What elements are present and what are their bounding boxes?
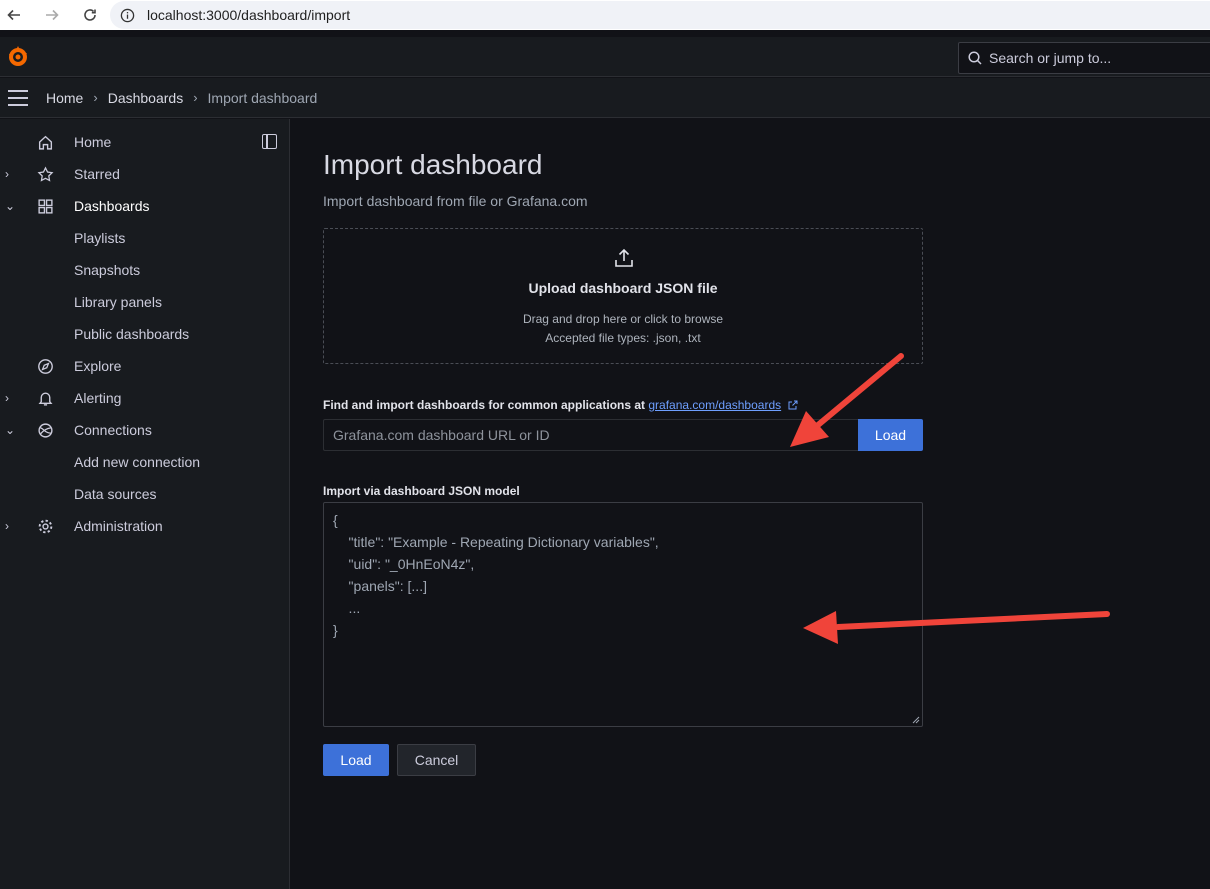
sidebar-item-starred[interactable]: › Starred bbox=[0, 158, 250, 190]
page-title: Import dashboard bbox=[323, 149, 543, 180]
gcom-url-input[interactable] bbox=[323, 419, 858, 451]
search-placeholder: Search or jump to... bbox=[989, 50, 1112, 66]
sidebar-item-data-sources[interactable]: Data sources bbox=[0, 478, 250, 510]
sidebar-item-label: Alerting bbox=[74, 390, 122, 406]
sidebar-item-connections[interactable]: ⌄ Connections bbox=[0, 414, 250, 446]
browser-toolbar: localhost:3000/dashboard/import bbox=[0, 0, 1210, 30]
upload-file-types: Accepted file types: .json, .txt bbox=[545, 331, 701, 345]
address-bar[interactable]: localhost:3000/dashboard/import bbox=[110, 1, 1210, 29]
sidebar-item-public-dashboards[interactable]: Public dashboards bbox=[0, 318, 250, 350]
sidebar-item-label: Home bbox=[74, 134, 112, 150]
sidebar-item-label: Starred bbox=[74, 166, 120, 182]
top-bar: Search or jump to... bbox=[0, 37, 1210, 77]
external-link-icon[interactable] bbox=[788, 400, 798, 410]
sidebar-item-label: Dashboards bbox=[74, 198, 150, 214]
cancel-button[interactable]: Cancel bbox=[397, 744, 476, 776]
page-subtitle: Import dashboard from file or Grafana.co… bbox=[323, 193, 588, 209]
breadcrumb-separator: › bbox=[93, 90, 98, 105]
sidebar-item-label: Library panels bbox=[74, 294, 162, 310]
gcom-load-button[interactable]: Load bbox=[858, 419, 923, 451]
search-input[interactable]: Search or jump to... bbox=[958, 42, 1210, 74]
forward-icon[interactable] bbox=[40, 3, 64, 27]
sidebar-item-library-panels[interactable]: Library panels bbox=[0, 286, 250, 318]
sidebar-item-alerting[interactable]: › Alerting bbox=[0, 382, 250, 414]
gcom-label: Find and import dashboards for common ap… bbox=[323, 398, 798, 412]
apps-icon bbox=[38, 199, 53, 214]
json-placeholder-line: "uid": "_0HnEoN4z", bbox=[333, 556, 475, 572]
back-icon[interactable] bbox=[2, 3, 26, 27]
grafana-logo-icon[interactable] bbox=[6, 45, 30, 69]
chevron-right-icon[interactable]: › bbox=[5, 391, 15, 405]
dock-menu-icon[interactable] bbox=[262, 134, 277, 149]
sidebar-item-label: Snapshots bbox=[74, 262, 141, 278]
sidebar-item-label: Connections bbox=[74, 422, 152, 438]
cog-icon bbox=[38, 519, 53, 534]
chevron-down-icon[interactable]: ⌄ bbox=[5, 199, 15, 213]
sidebar-item-label: Explore bbox=[74, 358, 122, 374]
sidebar-item-home[interactable]: Home bbox=[0, 126, 250, 158]
reload-icon[interactable] bbox=[78, 3, 102, 27]
sidebar-item-administration[interactable]: › Administration bbox=[0, 510, 250, 542]
json-model-label: Import via dashboard JSON model bbox=[323, 484, 520, 498]
chevron-right-icon[interactable]: › bbox=[5, 167, 15, 181]
sidebar-item-label: Public dashboards bbox=[74, 326, 190, 342]
json-placeholder-line: "panels": [...] bbox=[333, 578, 427, 594]
sidebar-item-label: Data sources bbox=[74, 486, 157, 502]
sidebar-item-label: Administration bbox=[74, 518, 163, 534]
breadcrumb-home[interactable]: Home bbox=[46, 90, 83, 106]
json-placeholder-line: { bbox=[333, 512, 338, 528]
bell-icon bbox=[38, 392, 53, 406]
sidebar-item-explore[interactable]: Explore bbox=[0, 350, 250, 382]
home-icon bbox=[38, 135, 53, 150]
load-button[interactable]: Load bbox=[323, 744, 389, 776]
breadcrumb-current: Import dashboard bbox=[207, 89, 318, 106]
sidebar-item-label: Playlists bbox=[74, 230, 126, 246]
connections-icon bbox=[38, 423, 53, 438]
breadcrumb-separator: › bbox=[193, 90, 198, 105]
sidebar-item-dashboards[interactable]: ⌄ Dashboards bbox=[0, 190, 250, 222]
resize-handle-icon[interactable] bbox=[912, 716, 920, 724]
gcom-dashboards-link[interactable]: grafana.com/dashboards bbox=[648, 398, 781, 412]
info-icon[interactable] bbox=[120, 8, 135, 23]
sidebar-item-label: Add new connection bbox=[74, 454, 201, 470]
chevron-right-icon[interactable]: › bbox=[5, 519, 15, 533]
chevron-down-icon[interactable]: ⌄ bbox=[5, 423, 15, 437]
breadcrumb-bar: Home › Dashboards › Import dashboard bbox=[0, 78, 1210, 118]
menu-icon[interactable] bbox=[8, 89, 28, 106]
json-placeholder-line: "title": "Example - Repeating Dictionary… bbox=[333, 534, 659, 550]
sidebar-item-playlists[interactable]: Playlists bbox=[0, 222, 250, 254]
upload-hint: Drag and drop here or click to browse bbox=[522, 312, 724, 326]
star-icon bbox=[37, 166, 54, 182]
upload-title: Upload dashboard JSON file bbox=[528, 280, 718, 296]
gcom-label-text: Find and import dashboards for common ap… bbox=[323, 398, 646, 412]
json-model-textarea[interactable]: { "title": "Example - Repeating Dictiona… bbox=[323, 502, 923, 727]
json-placeholder-line: ... bbox=[333, 600, 361, 616]
sidebar-item-add-new-connection[interactable]: Add new connection bbox=[0, 446, 250, 478]
json-placeholder-line: } bbox=[333, 622, 338, 638]
compass-icon bbox=[38, 359, 53, 374]
search-icon bbox=[968, 51, 982, 65]
breadcrumb: Home › Dashboards › Import dashboard bbox=[46, 90, 317, 106]
upload-dropzone[interactable]: Upload dashboard JSON file Drag and drop… bbox=[323, 228, 923, 364]
sidebar-item-snapshots[interactable]: Snapshots bbox=[0, 254, 250, 286]
breadcrumb-dashboards[interactable]: Dashboards bbox=[108, 90, 184, 106]
sidebar: Home › Starred ⌄ Dashboards Playlists Sn… bbox=[0, 119, 290, 889]
upload-icon bbox=[615, 248, 633, 267]
main-content: Import dashboard Import dashboard from f… bbox=[291, 119, 1210, 889]
url-text: localhost:3000/dashboard/import bbox=[147, 7, 351, 23]
